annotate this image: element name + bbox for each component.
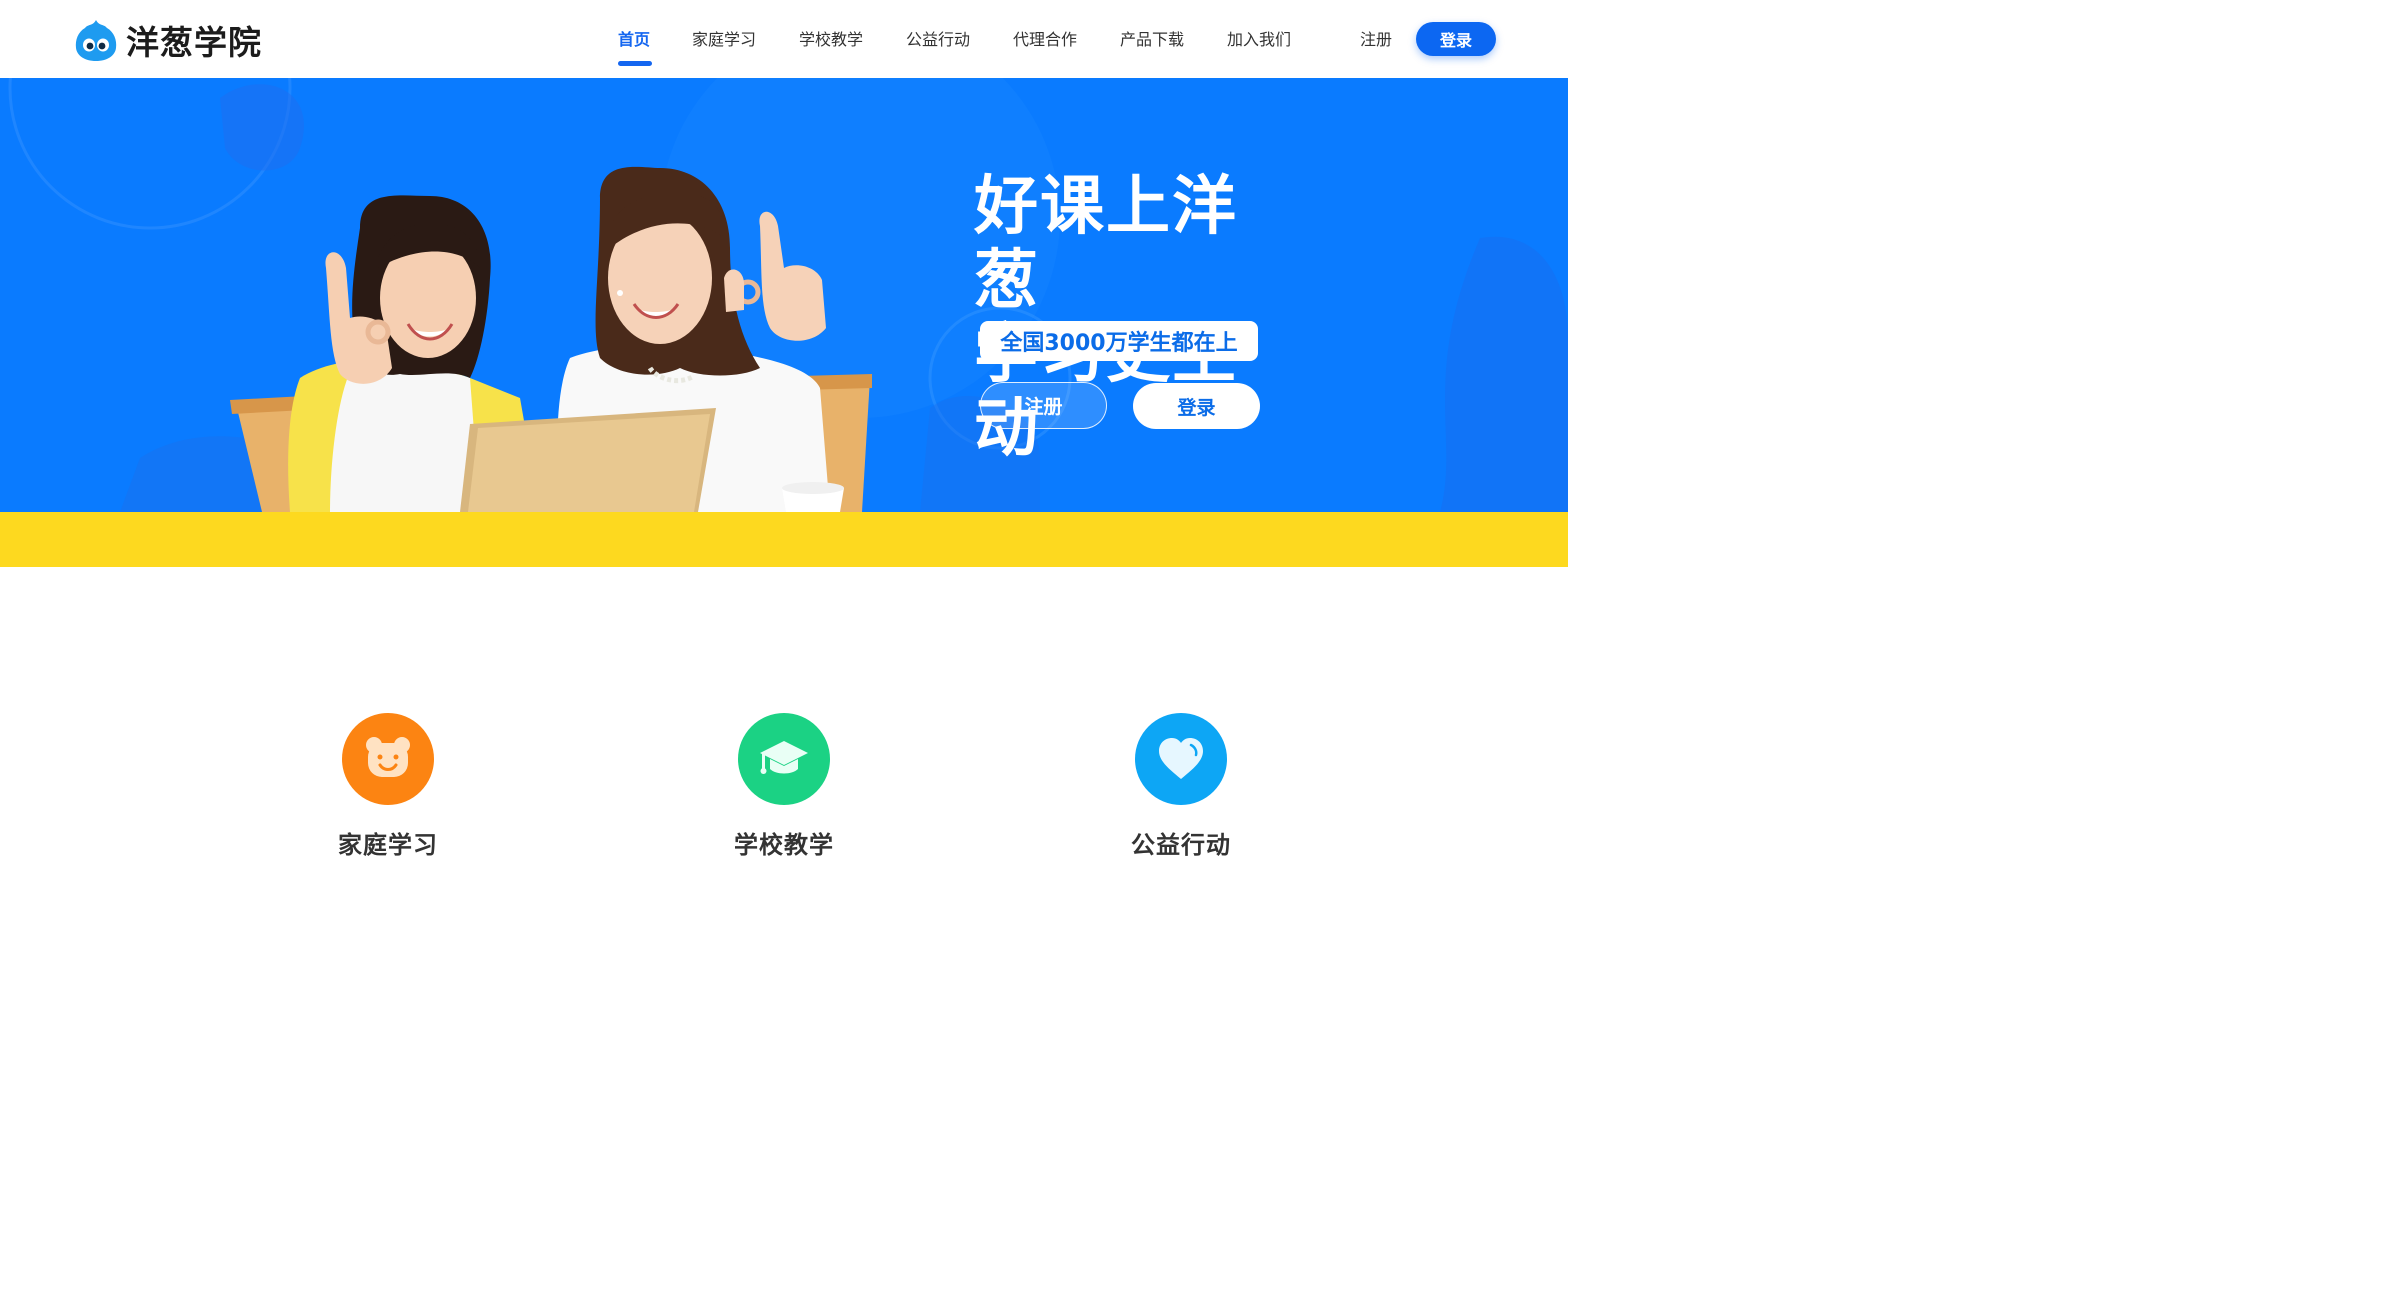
- active-nav-indicator: [618, 61, 652, 66]
- feature-icon-circle: [342, 713, 434, 805]
- feature-icon-circle: [1135, 713, 1227, 805]
- feature-label: 学校教学: [734, 831, 834, 859]
- feature-label: 家庭学习: [338, 831, 438, 859]
- yellow-band: [0, 512, 1568, 567]
- nav-item-school-teaching[interactable]: 学校教学: [799, 26, 863, 50]
- feature-icon-circle: [738, 713, 830, 805]
- nav-item-join-us[interactable]: 加入我们: [1227, 26, 1291, 50]
- feature-charity[interactable]: 公益行动: [1081, 713, 1281, 860]
- nav-item-agency[interactable]: 代理合作: [1013, 26, 1077, 50]
- bear-face-icon: [366, 737, 410, 777]
- feature-label: 公益行动: [1131, 831, 1231, 859]
- heart-icon: [1159, 738, 1203, 779]
- nav-item-download[interactable]: 产品下载: [1120, 26, 1184, 50]
- hero-headline-line1: 好课上洋葱: [974, 170, 1238, 318]
- header-login-button[interactable]: 登录: [1416, 22, 1496, 56]
- main-nav: 首页 家庭学习 学校教学 公益行动 代理合作 产品下载 加入我们: [0, 26, 1568, 66]
- feature-school-teaching[interactable]: 学校教学: [684, 713, 884, 860]
- hero-register-button[interactable]: 注册: [980, 382, 1107, 429]
- hero-banner: 好课上洋葱 学习更主动 全国3000万学生都在上 注册 登录: [0, 78, 1568, 512]
- nav-item-home[interactable]: 首页: [618, 26, 650, 50]
- nav-item-home-study[interactable]: 家庭学习: [692, 26, 756, 50]
- hero-illustration: [8, 78, 1568, 512]
- feature-home-study[interactable]: 家庭学习: [288, 713, 488, 860]
- site-header: 洋葱学院 首页 家庭学习 学校教学 公益行动 代理合作 产品下载 加入我们 注册…: [0, 0, 1568, 78]
- hero-login-button[interactable]: 登录: [1133, 383, 1260, 429]
- header-register-link[interactable]: 注册: [1360, 26, 1392, 50]
- nav-item-charity[interactable]: 公益行动: [906, 26, 970, 50]
- hero-tagline: 全国3000万学生都在上: [980, 321, 1258, 361]
- graduation-cap-icon: [760, 741, 808, 774]
